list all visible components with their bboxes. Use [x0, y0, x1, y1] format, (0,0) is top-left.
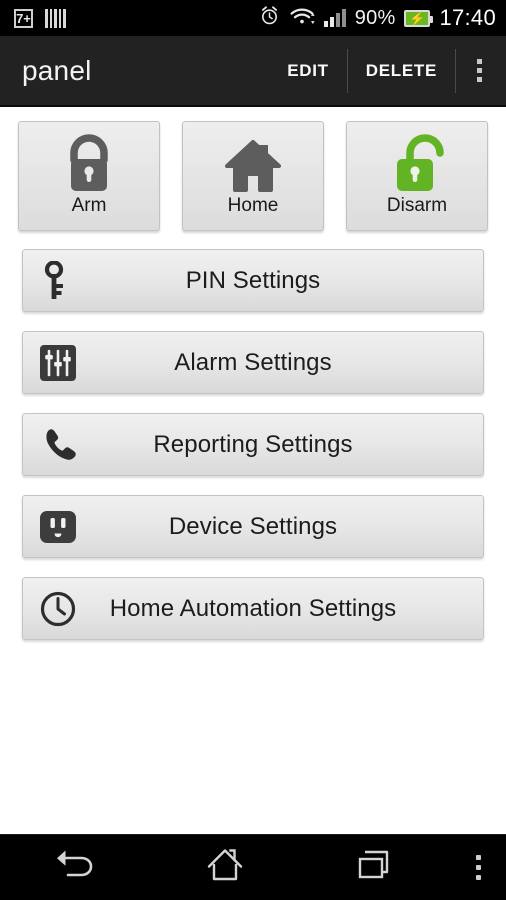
- barcode-icon: [45, 8, 66, 28]
- settings-row-reporting[interactable]: Reporting Settings: [22, 413, 484, 476]
- status-bar-left-icons: 7+: [14, 8, 66, 28]
- edit-button[interactable]: EDIT: [269, 48, 347, 94]
- padlock-unlocked-icon: [384, 132, 450, 198]
- mode-tile-label: Disarm: [386, 195, 448, 216]
- status-bar: 7+ 90% ⚡ 17:40: [0, 0, 506, 36]
- recent-apps-icon: [354, 846, 396, 889]
- settings-row-label: PIN Settings: [185, 266, 321, 294]
- settings-list: PIN Settings Alarm Settings Reporting Se…: [0, 231, 506, 640]
- phone-handset-icon: [37, 424, 79, 466]
- clock-time-label: 17:40: [439, 5, 496, 30]
- home-outline-icon: [204, 845, 246, 890]
- mode-tile-arm[interactable]: Arm: [18, 121, 160, 231]
- back-button[interactable]: [0, 835, 150, 900]
- mode-tile-home[interactable]: Home: [182, 121, 324, 231]
- mode-tile-disarm[interactable]: Disarm: [346, 121, 488, 231]
- alarm-clock-icon: [259, 5, 280, 31]
- padlock-locked-icon: [56, 132, 122, 198]
- home-button[interactable]: [150, 835, 300, 900]
- action-bar-buttons: EDIT DELETE: [269, 36, 506, 105]
- mode-tile-label: Home: [227, 195, 279, 216]
- settings-row-alarm[interactable]: Alarm Settings: [22, 331, 484, 394]
- key-icon: [37, 260, 79, 302]
- main-content: Arm Home Disarm PIN Settings Alarm Setti…: [0, 107, 506, 640]
- back-arrow-icon: [52, 845, 98, 890]
- settings-row-device[interactable]: Device Settings: [22, 495, 484, 558]
- settings-row-label: Home Automation Settings: [109, 594, 397, 622]
- mode-tiles: Arm Home Disarm: [0, 107, 506, 231]
- settings-row-label: Reporting Settings: [153, 430, 353, 458]
- battery-percent-label: 90%: [354, 6, 396, 29]
- cellular-signal-icon: [323, 9, 346, 27]
- settings-row-label: Device Settings: [168, 512, 338, 540]
- menu-button[interactable]: [450, 835, 506, 900]
- seven-plus-icon: 7+: [14, 8, 33, 28]
- recents-button[interactable]: [300, 835, 450, 900]
- delete-button[interactable]: DELETE: [348, 48, 455, 94]
- page-title: panel: [22, 54, 92, 86]
- clock-icon: [37, 588, 79, 630]
- wifi-icon: [289, 6, 315, 31]
- settings-row-pin[interactable]: PIN Settings: [22, 249, 484, 312]
- android-screen: 7+ 90% ⚡ 17:40 panel EDIT DELETE Arm Hom…: [0, 0, 506, 900]
- navigation-bar: [0, 834, 506, 900]
- settings-row-home-automation[interactable]: Home Automation Settings: [22, 577, 484, 640]
- mode-tile-label: Arm: [71, 195, 107, 216]
- equalizer-sliders-icon: [37, 342, 79, 384]
- power-outlet-icon: [37, 506, 79, 548]
- house-icon: [220, 132, 286, 198]
- overflow-menu-icon[interactable]: [456, 35, 502, 106]
- battery-charging-icon: ⚡: [404, 9, 434, 27]
- action-bar: panel EDIT DELETE: [0, 36, 506, 107]
- status-bar-right-icons: 90% ⚡ 17:40: [259, 5, 496, 31]
- settings-row-label: Alarm Settings: [174, 348, 332, 376]
